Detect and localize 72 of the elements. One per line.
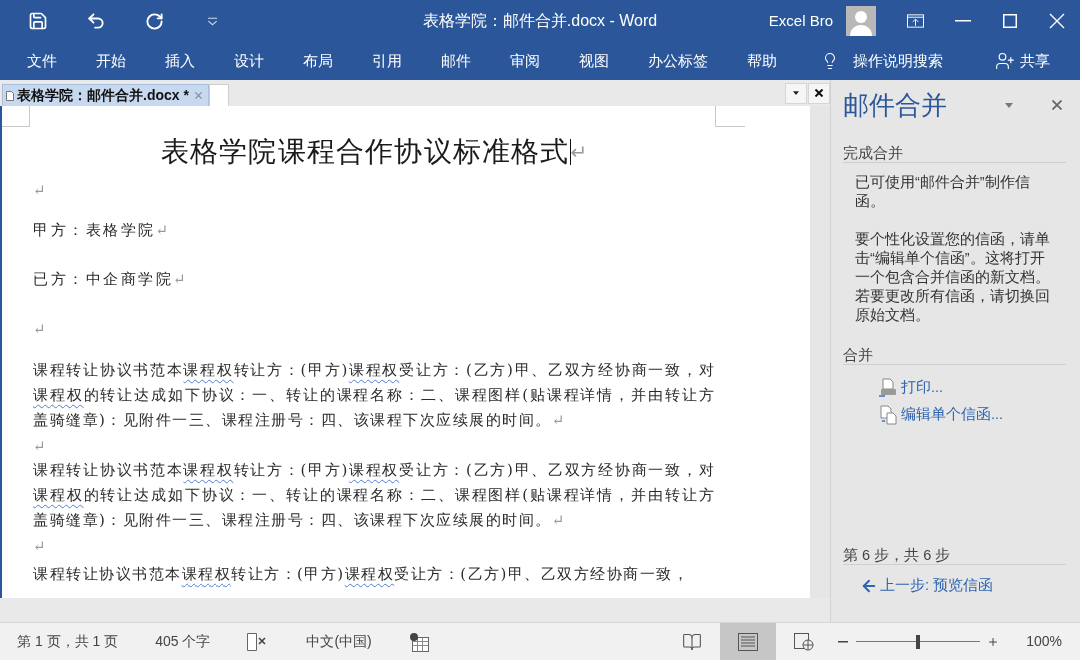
language-status[interactable]: 中文(中国) [306, 631, 372, 652]
ribbon-tab[interactable]: 办公标签 [628, 42, 727, 80]
close-icon [194, 92, 202, 99]
paragraph-mark: ↵ [33, 437, 46, 455]
globe-page-icon [794, 632, 815, 651]
paragraph-mark: ↵ [155, 221, 169, 239]
ribbon-tab[interactable]: 开始 [76, 42, 145, 80]
paragraph-mark: ↵ [33, 537, 46, 555]
paragraph-mark: ↵ [33, 181, 46, 199]
document-tab[interactable]: 表格学院：邮件合并.docx * [2, 84, 209, 106]
pane-paragraph: 要个性化设置您的信函，请单击“编辑单个信函”。这将打开一个包含合并信函的新文档。若要更改所有信函，请切换回原始文档。 [855, 230, 1051, 325]
minimize-icon [954, 20, 971, 22]
window-title: 表格学院：邮件合并.docx - Word [422, 11, 658, 31]
margin-corner-mark [715, 106, 745, 127]
caret-icon [1005, 102, 1013, 108]
margin-corner-mark [2, 106, 30, 127]
body-paragraph: 课程转让协议书范本课程权转让方：(甲方)课程权受让方：(乙方)甲、乙双方经协商一致，对 课程权的转让达成如下协议：一、转让的课程名称：二、课程图样(贴课程详情，并由转让方盖骑缝章)：见附件一三、课程注册号：四、该课程下次应续展的时间。↵ [33, 460, 715, 531]
paragraph-mark: ↵ [570, 139, 588, 166]
printer-page-icon [878, 378, 898, 398]
document-icon [6, 90, 14, 101]
ribbon-tab[interactable]: 邮件 [421, 42, 490, 80]
zoom-slider[interactable] [856, 634, 981, 649]
close-icon [815, 89, 823, 97]
page-count[interactable]: 第 1 页，共 1 页 [17, 631, 119, 652]
ribbon-tab[interactable]: 审阅 [490, 42, 559, 80]
party-line: 已方：中企商学院 [33, 270, 173, 288]
undo-icon [86, 11, 106, 31]
box-arrow-up-icon [907, 14, 924, 28]
ribbon-tab[interactable]: 引用 [352, 42, 421, 80]
previous-step-link[interactable]: 上一步: 预览信函 [860, 575, 994, 597]
save-icon [28, 11, 48, 31]
word-count[interactable]: 405 个字 [155, 631, 211, 652]
page-lines-icon [738, 632, 759, 651]
pane-title: 邮件合并 [843, 88, 947, 122]
zoom-level[interactable]: 100% [1026, 631, 1062, 652]
party-line: 甲方：表格学院 [33, 221, 156, 239]
tell-me-button[interactable]: 操作说明搜索 [815, 42, 949, 80]
pages-icon [878, 405, 898, 425]
section-heading: 完成合并 [843, 144, 1066, 163]
close-document-button[interactable] [808, 82, 830, 104]
pane-link[interactable]: 打印... [878, 376, 944, 400]
paragraph-mark: ↵ [173, 270, 186, 288]
pane-paragraph: 已可使用“邮件合并”制作信函。 [855, 173, 1031, 211]
plus-icon [987, 635, 1000, 648]
section-heading: 合并 [843, 346, 1066, 365]
share-button[interactable]: 共享 [995, 42, 1050, 80]
person-plus-icon [995, 51, 1015, 71]
open-book-icon [681, 631, 704, 652]
body-paragraph: 课程转让协议书范本课程权转让方：(甲方)课程权受让方：(乙方)甲、乙双方经协商一致， [33, 564, 691, 585]
maximize-icon [1002, 14, 1017, 28]
ribbon-tab[interactable]: 文件 [7, 42, 76, 80]
step-indicator: 第 6 步，共 6 步 [843, 546, 1066, 565]
zoom-slider-thumb[interactable] [916, 634, 921, 649]
dropdown-caret-icon [206, 16, 218, 26]
ribbon-tab[interactable]: 插入 [145, 42, 214, 80]
caret-icon [793, 91, 799, 95]
tab-list-button[interactable] [785, 82, 807, 104]
ribbon-tab[interactable]: 帮助 [727, 42, 796, 80]
document-title: 表格学院课程合作协议标准格式 [160, 134, 570, 170]
ribbon-tab[interactable]: 设计 [214, 42, 283, 80]
close-icon [1048, 13, 1065, 29]
sheet-record-icon[interactable] [408, 631, 429, 652]
user-name[interactable]: Excel Bro [768, 9, 833, 33]
body-paragraph: 课程转让协议书范本课程权转让方：(甲方)课程权受让方：(乙方)甲、乙双方经协商一致，对 课程权的转让达成如下协议：一、转让的课程名称：二、课程图样(贴课程详情，并由转让方盖骑缝章)：见附件一三、课程注册号：四、该课程下次应续展的时间。↵ [33, 360, 715, 431]
circular-arrow-icon [144, 11, 164, 31]
paragraph-mark: ↵ [33, 320, 46, 338]
ribbon-tab[interactable]: 视图 [559, 42, 628, 80]
minus-icon [838, 640, 849, 643]
close-icon [1052, 100, 1062, 110]
ribbon-tab[interactable]: 布局 [283, 42, 352, 80]
pane-link[interactable]: 编辑单个信函... [878, 403, 1004, 427]
view-mode-button[interactable] [720, 623, 777, 660]
